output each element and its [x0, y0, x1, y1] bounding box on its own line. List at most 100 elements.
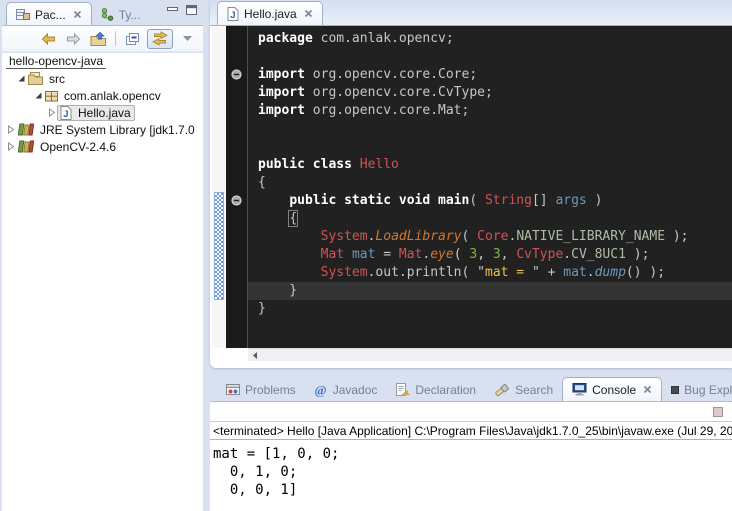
code-line: { — [248, 210, 732, 228]
code-line-current: } — [248, 282, 732, 300]
tab-label: Pac... — [35, 8, 66, 22]
console-status: <terminated> Hello [Java Application] C:… — [210, 422, 732, 440]
editor-body: package com.anlak.opencv;import org.open… — [212, 26, 732, 348]
editor-hscrollbar[interactable] — [248, 348, 732, 361]
editor-tab-row: J Hello.java — [210, 1, 323, 25]
fold-minus-icon[interactable] — [231, 195, 242, 206]
project-tree: hello-opencv-java srccom.anlak.opencv J Hel… — [2, 53, 203, 511]
java-file-icon: J — [227, 7, 239, 21]
panel-buttons — [167, 5, 197, 15]
fold-gutter[interactable] — [226, 26, 248, 348]
tab-label: Hello.java — [244, 7, 297, 21]
code-line — [248, 48, 732, 66]
dropdown-arrow-icon — [182, 35, 193, 42]
library-icon — [18, 123, 34, 136]
view-tab-search[interactable]: Search — [485, 378, 562, 401]
tree-item-label: JRE System Library [jdk1.7.0 — [37, 123, 198, 137]
tree-item-label: Hello.java — [75, 106, 134, 120]
forward-button[interactable] — [62, 29, 84, 49]
package-icon — [45, 90, 58, 102]
editor-tab-band: J Hello.java — [210, 0, 732, 26]
editor-tab-hello-java[interactable]: J Hello.java — [217, 1, 323, 25]
package-explorer-panel: Pac... Ty... hello-opencv-java srccom.anla… — [2, 0, 203, 511]
code-line: import org.opencv.core.Core; — [248, 66, 732, 84]
code-line: Mat mat = Mat.eye( 3, 3, CvType.CV_8UC1 … — [248, 246, 732, 264]
link-editor-icon — [151, 31, 169, 46]
tree-item-com-anlak-opencv[interactable]: com.anlak.opencv — [2, 87, 203, 104]
collapse-arrow-icon[interactable] — [33, 91, 43, 100]
tree-item-opencv-2-4-6[interactable]: OpenCV-2.4.6 — [2, 138, 203, 155]
bug-square-icon — [671, 386, 679, 394]
console-tab-row: Problems @ Javadoc DeclarationSearch Console… — [217, 377, 732, 401]
view-tab-bug-explorer[interactable]: Bug Explorer — [662, 378, 732, 401]
forward-arrow-icon — [65, 32, 82, 46]
maximize-icon[interactable] — [186, 5, 197, 15]
link-editor-button[interactable] — [147, 29, 173, 49]
scroll-left-icon[interactable] — [248, 349, 262, 362]
view-tab-declaration[interactable]: Declaration — [386, 378, 485, 401]
tab-label: Ty... — [119, 8, 141, 22]
up-button[interactable] — [87, 29, 109, 49]
console-output[interactable]: mat = [1, 0, 0; 0, 1, 0; 0, 0, 1] — [210, 440, 732, 499]
javadoc-icon: @ — [314, 383, 328, 397]
tab-label: Problems — [245, 383, 296, 397]
console-body: <terminated> Hello [Java Application] C:… — [210, 402, 732, 511]
minimize-icon[interactable] — [167, 5, 178, 15]
tree-item-hello-java[interactable]: J Hello.java — [2, 104, 203, 121]
package-folder-icon — [28, 72, 43, 85]
collapse-all-button[interactable] — [122, 29, 144, 49]
svg-text:@: @ — [314, 383, 326, 397]
tree-item-hello-opencv-java[interactable]: hello-opencv-java — [2, 53, 203, 70]
close-icon[interactable] — [73, 10, 82, 19]
terminate-icon[interactable] — [713, 407, 723, 417]
tree-item-label: src — [46, 72, 68, 86]
console-output-line: mat = [1, 0, 0; — [213, 445, 732, 463]
explorer-tab-ty[interactable]: Ty... — [92, 3, 150, 26]
expand-arrow-icon[interactable] — [47, 108, 57, 117]
code-line — [248, 120, 732, 138]
tree-item-label: hello-opencv-java — [6, 54, 106, 69]
search-icon — [494, 383, 510, 397]
console-panel: Problems @ Javadoc DeclarationSearch Console… — [210, 377, 732, 511]
tab-label: Bug Explorer — [684, 383, 732, 397]
explorer-toolbar — [2, 26, 203, 52]
code-line: import org.opencv.core.Mat; — [248, 102, 732, 120]
close-icon[interactable] — [643, 385, 652, 394]
annotation-ruler[interactable] — [212, 26, 226, 348]
library-icon — [18, 140, 34, 153]
view-menu-button[interactable] — [176, 29, 198, 49]
view-tab-javadoc[interactable]: @ Javadoc — [305, 378, 387, 401]
expand-arrow-icon[interactable] — [6, 125, 16, 134]
svg-text:J: J — [230, 10, 235, 21]
tree-item-jre-system-library-jdk1-7-0[interactable]: JRE System Library [jdk1.7.0 — [2, 121, 203, 138]
editor-area: J Hello.java package com.anlak.opencv;imp… — [210, 0, 732, 368]
close-icon[interactable] — [304, 9, 313, 18]
svg-text:J: J — [63, 109, 68, 120]
console-output-line: 0, 0, 1] — [213, 481, 732, 499]
console-output-line: 0, 1, 0; — [213, 463, 732, 481]
explorer-tab-row: Pac... Ty... — [6, 2, 156, 26]
fold-minus-icon[interactable] — [231, 69, 242, 80]
back-button[interactable] — [37, 29, 59, 49]
range-indicator — [214, 192, 224, 300]
explorer-tab-pac[interactable]: Pac... — [6, 2, 92, 26]
expand-arrow-icon[interactable] — [6, 142, 16, 151]
tab-label: Console — [592, 383, 636, 397]
code-line: System.LoadLibrary( Core.NATIVE_LIBRARY_… — [248, 228, 732, 246]
java-file-icon: J — [60, 106, 72, 120]
tab-label: Javadoc — [333, 383, 378, 397]
code-editor[interactable]: package com.anlak.opencv;import org.open… — [248, 26, 732, 348]
view-tab-problems[interactable]: Problems — [217, 378, 305, 401]
tree-item-src[interactable]: src — [2, 70, 203, 87]
back-arrow-icon — [40, 32, 57, 46]
folder-up-icon — [90, 32, 107, 46]
view-tab-console[interactable]: Console — [562, 377, 662, 401]
console-toolbar-strip — [210, 402, 732, 422]
code-line — [248, 138, 732, 156]
package-explorer-icon — [16, 8, 30, 21]
toolbar-separator — [115, 31, 116, 46]
declaration-icon — [395, 383, 410, 397]
code-line: import org.opencv.core.CvType; — [248, 84, 732, 102]
collapse-arrow-icon[interactable] — [16, 74, 26, 83]
console-icon — [572, 383, 587, 396]
